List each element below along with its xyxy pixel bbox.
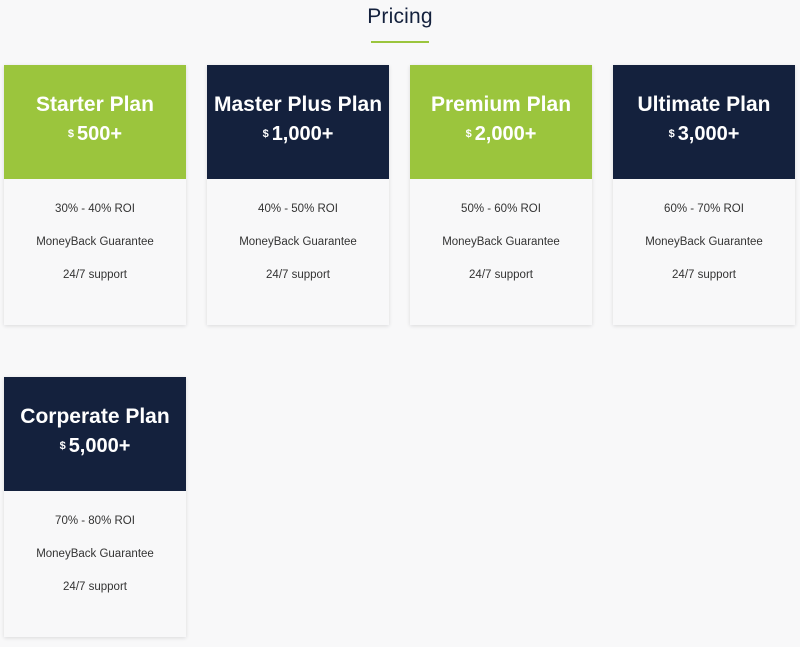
price-amount: 1,000+ bbox=[271, 123, 334, 145]
section-title: Pricing bbox=[367, 5, 433, 28]
price-amount: 3,000+ bbox=[677, 123, 740, 145]
feature-list: 30% - 40% ROI MoneyBack Guarantee 24/7 s… bbox=[4, 179, 186, 300]
feature-roi: 40% - 50% ROI bbox=[258, 203, 338, 215]
plan-name: Corperate Plan bbox=[20, 405, 170, 428]
price-amount: 500+ bbox=[77, 123, 123, 145]
price-amount: 5,000+ bbox=[68, 435, 131, 457]
currency-symbol: $ bbox=[668, 127, 675, 140]
plan-name: Master Plus Plan bbox=[213, 93, 383, 116]
feature-support: 24/7 support bbox=[672, 269, 736, 281]
feature-support: 24/7 support bbox=[63, 269, 127, 281]
price-amount: 2,000+ bbox=[474, 123, 537, 145]
feature-roi: 70% - 80% ROI bbox=[55, 515, 135, 527]
card-header: Corperate Plan $5,000+ bbox=[4, 377, 186, 491]
feature-guarantee: MoneyBack Guarantee bbox=[36, 236, 154, 248]
feature-guarantee: MoneyBack Guarantee bbox=[239, 236, 357, 248]
title-underline bbox=[371, 41, 429, 43]
plan-name: Starter Plan bbox=[36, 93, 154, 116]
pricing-card-ultimate[interactable]: Ultimate Plan $3,000+ 60% - 70% ROI Mone… bbox=[613, 65, 795, 325]
feature-list: 70% - 80% ROI MoneyBack Guarantee 24/7 s… bbox=[4, 491, 186, 612]
feature-list: 40% - 50% ROI MoneyBack Guarantee 24/7 s… bbox=[207, 179, 389, 300]
feature-guarantee: MoneyBack Guarantee bbox=[36, 548, 154, 560]
feature-list: 60% - 70% ROI MoneyBack Guarantee 24/7 s… bbox=[613, 179, 795, 300]
feature-roi: 30% - 40% ROI bbox=[55, 203, 135, 215]
feature-list: 50% - 60% ROI MoneyBack Guarantee 24/7 s… bbox=[410, 179, 592, 300]
plan-name: Ultimate Plan bbox=[637, 93, 771, 116]
plan-price: $1,000+ bbox=[207, 122, 389, 147]
currency-symbol: $ bbox=[262, 127, 269, 140]
feature-roi: 50% - 60% ROI bbox=[461, 203, 541, 215]
card-header: Premium Plan $2,000+ bbox=[410, 65, 592, 179]
currency-symbol: $ bbox=[67, 127, 75, 140]
feature-guarantee: MoneyBack Guarantee bbox=[442, 236, 560, 248]
feature-support: 24/7 support bbox=[469, 269, 533, 281]
plan-name: Premium Plan bbox=[430, 93, 572, 116]
pricing-card-starter[interactable]: Starter Plan $500+ 30% - 40% ROI MoneyBa… bbox=[4, 65, 186, 325]
plan-price: $5,000+ bbox=[4, 434, 186, 459]
feature-support: 24/7 support bbox=[63, 581, 127, 593]
card-header: Starter Plan $500+ bbox=[4, 65, 186, 179]
pricing-card-corporate[interactable]: Corperate Plan $5,000+ 70% - 80% ROI Mon… bbox=[4, 377, 186, 637]
pricing-card-premium[interactable]: Premium Plan $2,000+ 50% - 60% ROI Money… bbox=[410, 65, 592, 325]
feature-support: 24/7 support bbox=[266, 269, 330, 281]
currency-symbol: $ bbox=[59, 439, 66, 452]
feature-roi: 60% - 70% ROI bbox=[664, 203, 744, 215]
card-header: Master Plus Plan $1,000+ bbox=[207, 65, 389, 179]
pricing-card-master-plus[interactable]: Master Plus Plan $1,000+ 40% - 50% ROI M… bbox=[207, 65, 389, 325]
plan-price: $2,000+ bbox=[410, 122, 592, 147]
card-header: Ultimate Plan $3,000+ bbox=[613, 65, 795, 179]
plan-price: $3,000+ bbox=[613, 122, 795, 147]
plan-price: $500+ bbox=[4, 122, 186, 147]
feature-guarantee: MoneyBack Guarantee bbox=[645, 236, 763, 248]
currency-symbol: $ bbox=[465, 127, 472, 140]
